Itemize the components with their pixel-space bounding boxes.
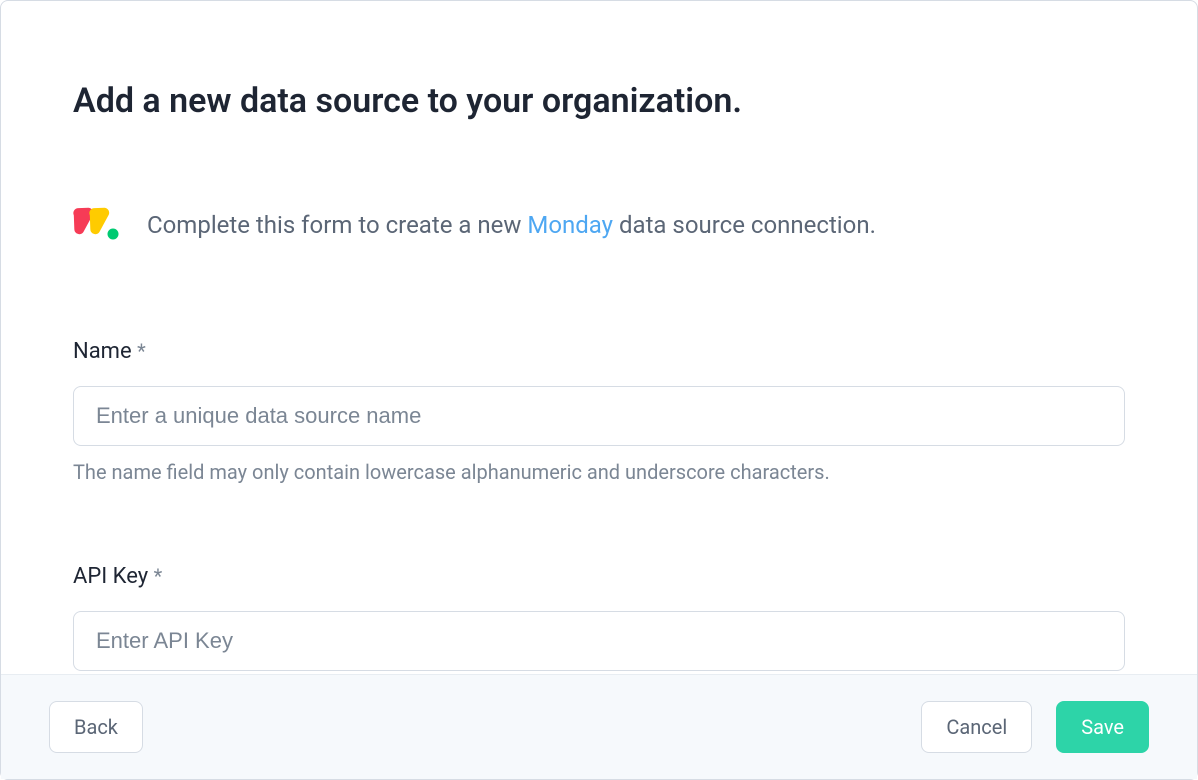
page-title: Add a new data source to your organizati… — [73, 81, 1125, 121]
api-key-required-indicator: * — [154, 564, 163, 588]
save-button[interactable]: Save — [1056, 701, 1149, 753]
form-group-name: Name * The name field may only contain l… — [73, 339, 1125, 484]
intro-text-before: Complete this form to create a new — [147, 211, 527, 239]
intro-text-after: data source connection. — [613, 211, 876, 239]
name-label: Name * — [73, 339, 1125, 364]
monday-logo-icon — [73, 206, 123, 244]
monday-link[interactable]: Monday — [527, 211, 613, 239]
content-area: Add a new data source to your organizati… — [1, 1, 1197, 674]
footer: Back Cancel Save — [1, 674, 1197, 779]
name-label-text: Name — [73, 339, 132, 364]
cancel-button[interactable]: Cancel — [921, 701, 1032, 753]
form-group-api-key: API Key * — [73, 564, 1125, 671]
name-input[interactable] — [73, 386, 1125, 446]
name-help-text: The name field may only contain lowercas… — [73, 460, 1125, 484]
footer-right: Cancel Save — [921, 701, 1149, 753]
intro-text: Complete this form to create a new Monda… — [147, 211, 876, 239]
intro-row: Complete this form to create a new Monda… — [73, 206, 1125, 244]
api-key-label: API Key * — [73, 564, 1125, 589]
api-key-input[interactable] — [73, 611, 1125, 671]
back-button[interactable]: Back — [49, 701, 143, 753]
name-required-indicator: * — [137, 339, 146, 363]
api-key-label-text: API Key — [73, 564, 148, 589]
footer-left: Back — [49, 701, 143, 753]
